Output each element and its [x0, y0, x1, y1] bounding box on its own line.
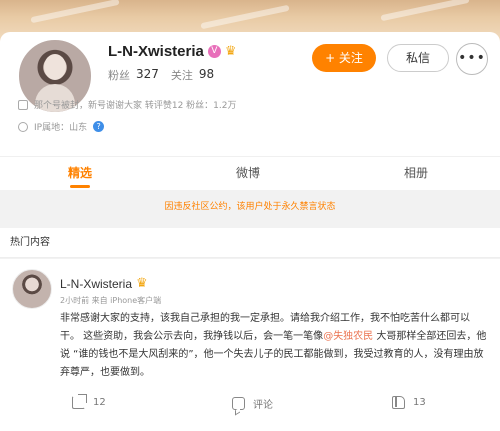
mention-link[interactable]: @失独农民 — [323, 331, 373, 342]
fans-count[interactable]: 327 — [136, 67, 159, 83]
crown-icon: ♛ — [224, 44, 237, 59]
location-icon — [18, 121, 28, 132]
post-author[interactable]: L-N-Xwisteria — [60, 277, 132, 291]
message-button[interactable]: 私信 — [387, 44, 449, 72]
avatar-face — [44, 54, 66, 80]
verified-icon: V — [207, 45, 221, 58]
post-actions: 12 评论 13 — [0, 393, 500, 419]
like-icon — [392, 396, 405, 409]
ban-notice: 因违反社区公约，该用户处于永久禁言状态 — [164, 202, 336, 212]
fans-label: 粉丝 — [108, 69, 130, 82]
tab-album[interactable]: 相册 — [404, 157, 428, 191]
help-icon[interactable]: ? — [93, 121, 105, 132]
profile-tabs: 精选 微博 相册 — [0, 156, 500, 190]
profile-info-text: 那个号被封，新号谢谢大家 转评赞12 粉丝：1.2万 — [34, 101, 237, 111]
like-button[interactable]: 13 — [392, 396, 426, 409]
ip-location-row: IP属地：山东 ? — [18, 120, 105, 133]
post-author-row: L-N-Xwisteria ♛ — [60, 276, 148, 291]
section-title: 热门内容 — [0, 228, 500, 258]
like-count: 13 — [413, 397, 426, 408]
username: L-N-Xwisteria — [108, 43, 204, 60]
post-avatar[interactable] — [12, 269, 52, 309]
comment-button[interactable]: 评论 — [232, 396, 273, 411]
crown-icon: ♛ — [136, 276, 148, 291]
share-button[interactable]: 12 — [72, 394, 106, 409]
share-count: 12 — [93, 397, 106, 408]
post-meta: 2小时前 来自 iPhone客户端 — [60, 296, 162, 305]
post-card: L-N-Xwisteria ♛ 2小时前 来自 iPhone客户端 非常感谢大家… — [0, 259, 500, 431]
info-icon — [18, 99, 28, 110]
profile-stats: 粉丝 327 关注 98 — [108, 67, 220, 83]
comment-icon — [232, 397, 245, 410]
following-label: 关注 — [170, 69, 193, 82]
active-tab-indicator — [70, 185, 90, 188]
more-button[interactable]: ••• — [456, 43, 488, 75]
ip-location: IP属地：山东 — [34, 123, 88, 133]
follow-button[interactable]: + 关注 — [312, 44, 376, 72]
banner-decoration — [30, 0, 120, 24]
share-icon — [72, 394, 87, 409]
banner-decoration — [380, 0, 470, 22]
following-count[interactable]: 98 — [199, 67, 214, 83]
comment-label: 评论 — [253, 400, 273, 411]
profile-info-row: 那个号被封，新号谢谢大家 转评赞12 粉丝：1.2万 — [18, 98, 237, 111]
post-text: 非常感谢大家的支持，该我自己承担的我一定承担。请给我介绍工作，我不怕吃苦什么都可… — [60, 310, 488, 382]
banner-decoration — [200, 4, 290, 30]
profile-name-row: L-N-Xwisteria V ♛ — [108, 43, 237, 60]
tab-weibo[interactable]: 微博 — [236, 157, 260, 191]
